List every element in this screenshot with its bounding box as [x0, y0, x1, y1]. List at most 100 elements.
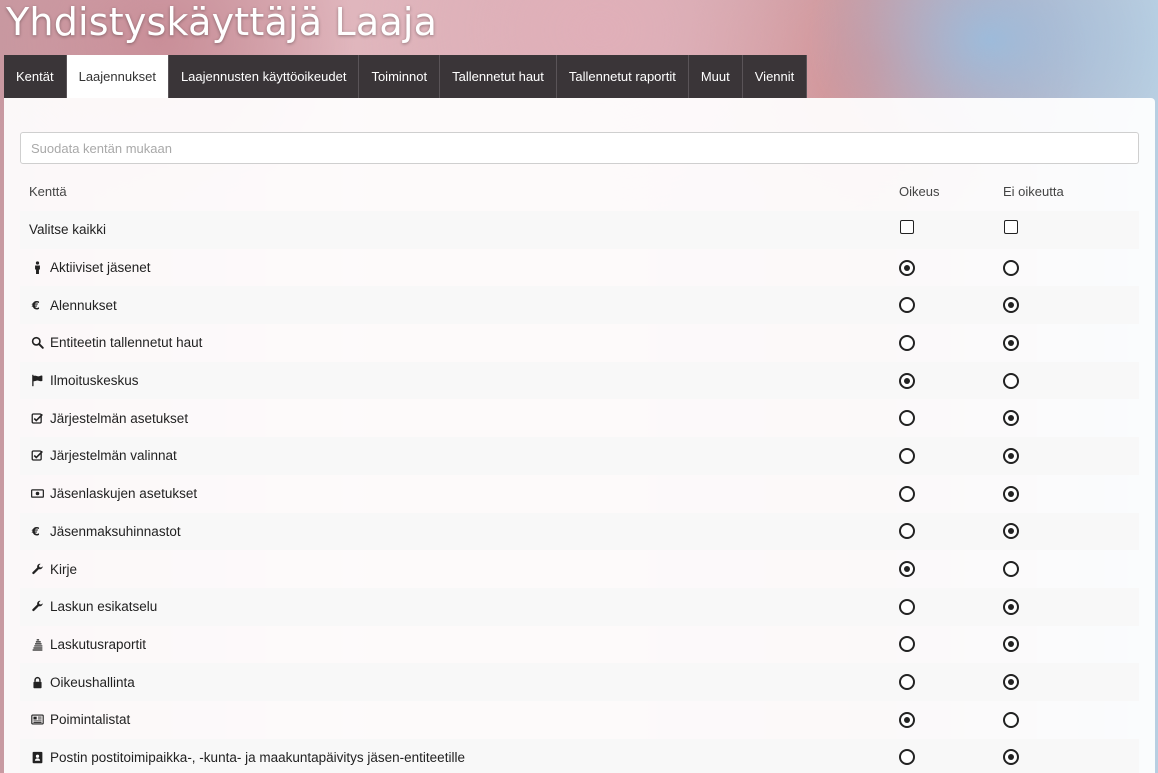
header-right: Oikeus: [899, 184, 940, 199]
field-cell: Laskun esikatselu: [29, 599, 157, 615]
select-all-no-right-checkbox[interactable]: [1004, 220, 1018, 234]
euro-icon: €: [29, 523, 45, 539]
table-row: Jäsenlaskujen asetukset: [20, 475, 1139, 513]
coins-stack-icon: [29, 636, 45, 652]
no-right-radio[interactable]: [1003, 598, 1019, 615]
right-radio[interactable]: [899, 485, 915, 502]
field-label: Poimintalistat: [50, 712, 131, 728]
field-label: Oikeushallinta: [50, 674, 135, 690]
right-radio[interactable]: [899, 598, 915, 615]
table-row: Ilmoituskeskus: [20, 361, 1139, 400]
field-cell: Oikeushallinta: [29, 674, 135, 690]
tab-viennit[interactable]: Viennit: [742, 55, 808, 98]
right-radio[interactable]: [899, 523, 915, 540]
field-cell: Laskutusraportit: [29, 636, 146, 652]
tab-kentät[interactable]: Kentät: [4, 55, 67, 98]
table-row: Entiteetin tallennetut haut: [20, 324, 1139, 362]
field-cell: Jäsenlaskujen asetukset: [29, 486, 197, 502]
header-field: Kenttä: [29, 184, 67, 199]
select-all-label: Valitse kaikki: [29, 222, 107, 238]
field-cell: Poimintalistat: [29, 712, 130, 728]
header-no-right: Ei oikeutta: [1003, 184, 1064, 199]
field-label: Alennukset: [50, 297, 117, 313]
right-radio[interactable]: [899, 674, 915, 691]
table-row: Aktiiviset jäsenet: [20, 249, 1139, 287]
field-cell: € Jäsenmaksuhinnastot: [29, 523, 181, 539]
field-cell: Entiteetin tallennetut haut: [29, 335, 202, 351]
no-right-radio[interactable]: [1003, 711, 1019, 728]
table-row: Laskun esikatselu: [20, 587, 1139, 626]
no-right-radio[interactable]: [1003, 485, 1019, 502]
no-right-radio[interactable]: [1003, 297, 1019, 314]
tab-tallennetut-haut[interactable]: Tallennetut haut: [440, 55, 557, 98]
field-label: Laskutusraportit: [50, 636, 147, 652]
table-row: Poimintalistat: [20, 701, 1139, 739]
field-cell: Järjestelmän valinnat: [29, 448, 177, 464]
euro-icon: €: [29, 297, 45, 313]
tab-tallennetut-raportit[interactable]: Tallennetut raportit: [556, 55, 689, 98]
table-row: Postin postitoimipaikka-, -kunta- ja maa…: [20, 738, 1139, 773]
no-right-radio[interactable]: [1003, 334, 1019, 351]
right-radio[interactable]: [899, 447, 915, 464]
tab-laajennusten-käyttöoikeudet[interactable]: Laajennusten käyttöoikeudet: [168, 55, 360, 98]
contact-book-icon: [29, 749, 45, 765]
right-radio[interactable]: [899, 636, 915, 653]
table-row: Laskutusraportit: [20, 626, 1139, 664]
no-right-radio[interactable]: [1003, 749, 1019, 766]
tab-bar: Kentät Laajennukset Laajennusten käyttöoik…: [4, 55, 808, 98]
checkbox-checked-icon: [29, 410, 45, 426]
tab-toiminnot[interactable]: Toiminnot: [359, 55, 441, 98]
no-right-radio[interactable]: [1003, 674, 1019, 691]
field-label: Jäsenmaksuhinnastot: [50, 523, 181, 539]
table-row: Järjestelmän asetukset: [20, 399, 1139, 437]
field-cell: Ilmoituskeskus: [29, 373, 139, 389]
right-radio[interactable]: [899, 372, 915, 389]
no-right-radio[interactable]: [1003, 636, 1019, 653]
right-radio[interactable]: [899, 561, 915, 578]
field-label: Järjestelmän asetukset: [50, 410, 189, 426]
table-row: Oikeushallinta: [20, 663, 1139, 701]
no-right-radio[interactable]: [1003, 259, 1019, 276]
wrench-icon: [29, 599, 45, 615]
select-all-right-checkbox[interactable]: [900, 220, 914, 234]
right-radio[interactable]: [899, 711, 915, 728]
flag-icon: [29, 373, 45, 389]
field-label: Kirje: [50, 561, 78, 577]
right-radio[interactable]: [899, 749, 915, 766]
field-label: Laskun esikatselu: [50, 599, 158, 615]
permissions-table: Kenttä Oikeus Ei oikeutta Valitse kaikki…: [20, 172, 1139, 773]
right-radio[interactable]: [899, 297, 915, 314]
lock-icon: [29, 674, 45, 690]
field-cell: Kirje: [29, 561, 77, 577]
right-radio[interactable]: [899, 259, 915, 276]
right-radio[interactable]: [899, 334, 915, 351]
table-row: € Jäsenmaksuhinnastot: [20, 512, 1139, 551]
field-cell: Aktiiviset jäsenet: [29, 260, 151, 276]
svg-text:€: €: [31, 299, 40, 312]
field-label: Ilmoituskeskus: [50, 373, 139, 389]
table-header: Kenttä Oikeus Ei oikeutta: [20, 172, 1139, 211]
no-right-radio[interactable]: [1003, 523, 1019, 540]
field-label: Järjestelmän valinnat: [50, 448, 177, 464]
checkbox-checked-icon: [29, 448, 45, 464]
filter-input[interactable]: [20, 132, 1139, 164]
person-icon: [29, 260, 45, 276]
no-right-radio[interactable]: [1003, 447, 1019, 464]
field-label: Postin postitoimipaikka-, -kunta- ja maa…: [50, 749, 465, 765]
app-title: Yhdistyskäyttäjä Laaja: [6, 0, 438, 44]
table-row: € Alennukset: [20, 286, 1139, 325]
newspaper-icon: [29, 712, 45, 728]
no-right-radio[interactable]: [1003, 372, 1019, 389]
field-cell: Järjestelmän asetukset: [29, 410, 188, 426]
tab-laajennukset[interactable]: Laajennukset: [66, 55, 169, 98]
field-label: Entiteetin tallennetut haut: [50, 335, 203, 351]
svg-text:€: €: [31, 525, 40, 538]
right-radio[interactable]: [899, 410, 915, 427]
select-all-row: Valitse kaikki: [20, 211, 1139, 249]
search-icon: [29, 335, 45, 351]
tab-muut[interactable]: Muut: [688, 55, 743, 98]
no-right-radio[interactable]: [1003, 561, 1019, 578]
no-right-radio[interactable]: [1003, 410, 1019, 427]
wrench-icon: [29, 561, 45, 577]
money-bill-icon: [29, 486, 45, 502]
